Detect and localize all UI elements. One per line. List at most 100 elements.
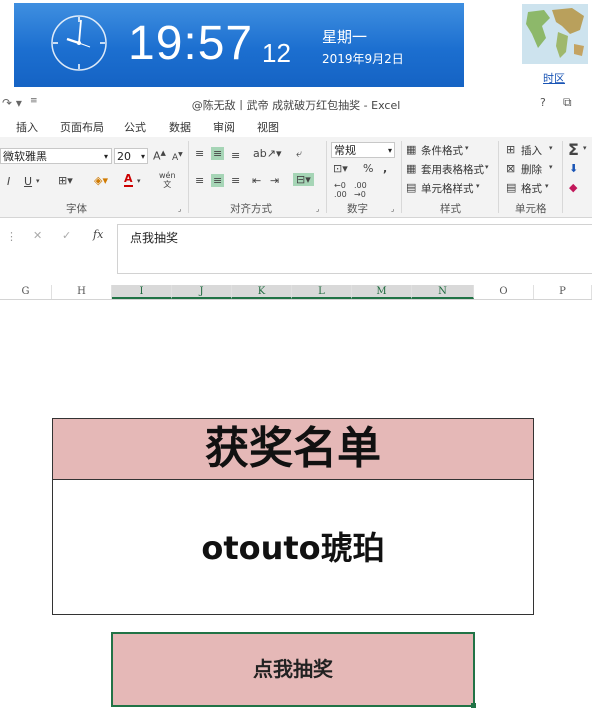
italic-icon[interactable]: I xyxy=(7,175,10,188)
group-divider xyxy=(401,141,402,213)
align-middle-icon[interactable]: ≡ xyxy=(211,147,225,160)
more-options-icon[interactable]: ⋮ xyxy=(6,230,17,243)
column-header-p[interactable]: P xyxy=(534,285,592,299)
column-headers: G H I J K L M N O P xyxy=(0,285,592,300)
column-header-k[interactable]: K xyxy=(232,285,292,299)
fill-down-icon[interactable]: ⬇ xyxy=(569,162,578,175)
chevron-down-icon: ▾ xyxy=(140,152,145,161)
cancel-entry-icon[interactable]: ✕ xyxy=(33,229,42,242)
draw-lottery-button[interactable]: 点我抽奖 xyxy=(111,632,475,707)
group-label-styles: 样式 xyxy=(440,203,461,215)
increase-decimal-icon[interactable]: ←0.00 xyxy=(334,181,347,199)
group-label-font: 字体 xyxy=(66,203,87,215)
tab-view[interactable]: 视图 xyxy=(257,119,279,135)
dialog-launcher-icon[interactable]: ⌟ xyxy=(178,205,181,213)
cell-styles-button[interactable]: 单元格样式 xyxy=(421,181,474,196)
autosum-icon[interactable]: Σ xyxy=(568,140,579,159)
dialog-launcher-icon[interactable]: ⌟ xyxy=(316,205,319,213)
formula-input[interactable]: 点我抽奖 xyxy=(117,224,592,274)
delete-cells-icon: ⊠ xyxy=(506,162,516,175)
help-button[interactable]: ? xyxy=(540,96,546,109)
decrease-font-icon[interactable]: A▼ xyxy=(172,151,183,163)
chevron-down-icon[interactable]: ▾ xyxy=(545,182,549,190)
confirm-entry-icon[interactable]: ✓ xyxy=(62,229,71,242)
font-size-value: 20 xyxy=(117,150,131,163)
chevron-down-icon[interactable]: ▾ xyxy=(465,144,469,152)
column-header-g[interactable]: G xyxy=(0,285,52,299)
borders-icon[interactable]: ⊞▾ xyxy=(58,174,73,187)
currency-icon[interactable]: ⊡▾ xyxy=(333,162,348,175)
increase-font-icon[interactable]: A▲ xyxy=(153,149,166,163)
align-left-icon[interactable]: ≡ xyxy=(195,174,204,187)
font-name-select[interactable]: 微软雅黑 ▾ xyxy=(0,148,112,164)
ribbon-display-options-icon[interactable]: ⧉ xyxy=(563,95,572,110)
orientation-icon[interactable]: ab↗▾ xyxy=(253,147,281,160)
align-bottom-icon[interactable]: ≡ xyxy=(231,149,240,162)
chevron-down-icon: ▾ xyxy=(387,146,392,155)
column-header-o[interactable]: O xyxy=(474,285,534,299)
group-label-alignment: 对齐方式 xyxy=(230,203,272,215)
chevron-down-icon[interactable]: ▾ xyxy=(549,163,553,171)
tab-page-layout[interactable]: 页面布局 xyxy=(60,119,104,135)
insert-function-icon[interactable]: fx xyxy=(93,228,103,241)
group-label-number: 数字 xyxy=(347,203,368,215)
chevron-down-icon[interactable]: ▾ xyxy=(36,177,40,185)
decrease-indent-icon[interactable]: ⇤ xyxy=(252,174,261,187)
timezone-link[interactable]: 时区 xyxy=(543,70,565,86)
percent-icon[interactable]: % xyxy=(363,162,373,175)
increase-indent-icon[interactable]: ⇥ xyxy=(270,174,279,187)
chevron-down-icon[interactable]: ▾ xyxy=(476,182,480,190)
underline-icon[interactable]: U xyxy=(24,175,32,188)
chevron-down-icon[interactable]: ▾ xyxy=(137,177,141,185)
title-bar: ↷ ▾ ≡ @陈无敌丨武帝 成就破万红包抽奖 - Excel ? ⧉ xyxy=(0,93,592,115)
font-color-icon[interactable]: A xyxy=(124,173,133,187)
comma-style-icon[interactable]: , xyxy=(383,162,387,175)
group-divider xyxy=(188,141,189,213)
cell-style-icon: ▤ xyxy=(406,181,417,194)
column-header-h[interactable]: H xyxy=(52,285,112,299)
decrease-decimal-icon[interactable]: .00 →0 xyxy=(354,181,367,199)
tab-review[interactable]: 审阅 xyxy=(213,119,235,135)
insert-button[interactable]: 插入 xyxy=(521,143,542,158)
clock-date: 2019年9月2日 xyxy=(322,52,404,66)
align-top-icon[interactable]: ≡ xyxy=(195,147,204,160)
group-label-cells: 单元格 xyxy=(515,203,547,215)
group-divider xyxy=(326,141,327,213)
number-format-select[interactable]: 常规 ▾ xyxy=(331,142,395,158)
fill-color-icon[interactable]: ◈▾ xyxy=(94,174,108,187)
align-right-icon[interactable]: ≡ xyxy=(231,174,240,187)
delete-button[interactable]: 删除 xyxy=(521,162,542,177)
winner-list-title: 获奖名单 xyxy=(52,418,534,480)
group-divider xyxy=(562,141,563,213)
chevron-down-icon[interactable]: ▾ xyxy=(485,163,489,171)
format-as-table-button[interactable]: 套用表格格式 xyxy=(421,162,484,177)
column-header-i[interactable]: I xyxy=(112,285,172,299)
clock-time: 19:57 xyxy=(128,17,254,70)
tab-insert[interactable]: 插入 xyxy=(16,119,38,135)
column-header-l[interactable]: L xyxy=(292,285,352,299)
align-center-icon[interactable]: ≡ xyxy=(211,174,225,187)
chevron-down-icon: ▾ xyxy=(103,152,108,161)
group-divider xyxy=(498,141,499,213)
tab-data[interactable]: 数据 xyxy=(169,119,191,135)
world-map-icon xyxy=(522,4,588,64)
column-header-j[interactable]: J xyxy=(172,285,232,299)
chevron-down-icon[interactable]: ▾ xyxy=(549,144,553,152)
format-button[interactable]: 格式 xyxy=(521,181,542,196)
merge-center-icon[interactable]: ⊟▾ xyxy=(293,173,314,186)
font-size-select[interactable]: 20 ▾ xyxy=(114,148,148,164)
column-header-n[interactable]: N xyxy=(412,285,474,299)
tab-formulas[interactable]: 公式 xyxy=(124,119,146,135)
insert-cells-icon: ⊞ xyxy=(506,143,516,156)
dialog-launcher-icon[interactable]: ⌟ xyxy=(391,205,394,213)
phonetic-guide-icon[interactable]: wén 文 xyxy=(159,171,176,189)
analog-clock-icon xyxy=(51,15,107,71)
fill-handle[interactable] xyxy=(471,703,476,708)
column-header-m[interactable]: M xyxy=(352,285,412,299)
clear-eraser-icon[interactable]: ◆ xyxy=(569,181,577,194)
winner-name-cell[interactable]: otouto琥珀 xyxy=(52,479,534,615)
conditional-format-button[interactable]: 条件格式 xyxy=(421,143,463,158)
chevron-down-icon[interactable]: ▾ xyxy=(583,144,587,152)
wrap-text-icon[interactable]: ⤶ xyxy=(296,147,302,161)
number-format-value: 常规 xyxy=(334,144,356,157)
